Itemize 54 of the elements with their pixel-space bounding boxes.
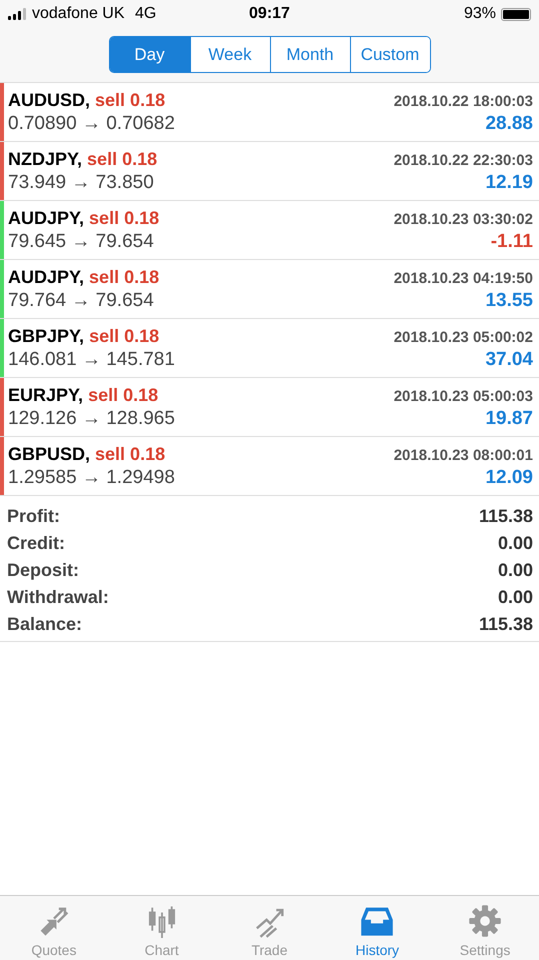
period-tab[interactable]: Day bbox=[110, 37, 190, 72]
deal-profit: 19.87 bbox=[485, 408, 533, 430]
deal-time: 2018.10.23 05:00:02 bbox=[394, 328, 533, 346]
summary-label: Profit: bbox=[7, 506, 60, 527]
deal-title: GBPJPY, sell 0.18 bbox=[8, 326, 160, 346]
tab-bar-item[interactable]: Trade bbox=[216, 896, 324, 960]
tab-bar-item[interactable]: Quotes bbox=[0, 896, 108, 960]
deal-prices: 129.126 → 128.965 bbox=[8, 408, 175, 430]
tab-bar-item[interactable]: Chart bbox=[108, 896, 216, 960]
carrier-name: vodafone UK bbox=[32, 5, 125, 23]
deal-profit: 12.19 bbox=[485, 172, 533, 194]
network-type: 4G bbox=[134, 5, 156, 23]
deal-title: AUDJPY, sell 0.18 bbox=[8, 208, 160, 228]
deal-prices: 79.645 → 79.654 bbox=[8, 230, 154, 252]
battery-icon bbox=[500, 8, 531, 20]
deal-prices: 0.70890 → 0.70682 bbox=[8, 112, 175, 134]
summary-label: Balance: bbox=[7, 614, 82, 635]
period-tab[interactable]: Month bbox=[270, 37, 350, 72]
summary-value: 0.00 bbox=[498, 560, 533, 581]
deal-time: 2018.10.23 03:30:02 bbox=[394, 210, 533, 228]
period-tab[interactable]: Week bbox=[190, 37, 270, 72]
deal-profit: -1.11 bbox=[490, 230, 533, 252]
period-tab[interactable]: Custom bbox=[350, 37, 430, 72]
deal-profit: 12.09 bbox=[485, 466, 533, 488]
deal-title: EURJPY, sell 0.18 bbox=[8, 384, 158, 406]
signal-icon bbox=[8, 8, 26, 20]
battery-percent: 93% bbox=[464, 5, 496, 23]
gear-icon bbox=[468, 904, 502, 938]
summary-value: 0.00 bbox=[498, 533, 533, 554]
clock-time: 09:17 bbox=[248, 5, 291, 23]
summary-value: 115.38 bbox=[478, 614, 533, 635]
deal-prices: 79.764 → 79.654 bbox=[8, 290, 154, 312]
tab-bar-item[interactable]: History bbox=[323, 896, 432, 960]
deal-time: 2018.10.23 05:00:03 bbox=[394, 388, 533, 404]
summary-label: Deposit: bbox=[7, 560, 79, 581]
deal-title: AUDUSD, sell 0.18 bbox=[8, 90, 166, 110]
deal-time: 2018.10.22 18:00:03 bbox=[394, 92, 533, 110]
deal-prices: 73.949 → 73.850 bbox=[8, 172, 154, 194]
deal-title: NZDJPY, sell 0.18 bbox=[8, 148, 158, 170]
deal-time: 2018.10.23 08:00:01 bbox=[394, 446, 533, 464]
deal-time: 2018.10.22 22:30:03 bbox=[394, 152, 533, 168]
deal-title: AUDJPY, sell 0.18 bbox=[8, 266, 160, 288]
deal-profit: 28.88 bbox=[485, 112, 533, 134]
deal-time: 2018.10.23 04:19:50 bbox=[394, 270, 533, 286]
summary-value: 115.38 bbox=[478, 506, 533, 527]
summary-label: Credit: bbox=[7, 533, 65, 554]
summary-label: Withdrawal: bbox=[7, 587, 109, 608]
deal-prices: 1.29585 → 1.29498 bbox=[8, 466, 175, 488]
deal-profit: 13.55 bbox=[485, 290, 533, 312]
tab-bar-item[interactable]: Settings bbox=[431, 896, 539, 960]
deal-profit: 37.04 bbox=[485, 348, 533, 370]
deal-prices: 146.081 → 145.781 bbox=[8, 348, 175, 370]
summary-value: 0.00 bbox=[498, 587, 533, 608]
deal-title: GBPUSD, sell 0.18 bbox=[8, 444, 166, 464]
